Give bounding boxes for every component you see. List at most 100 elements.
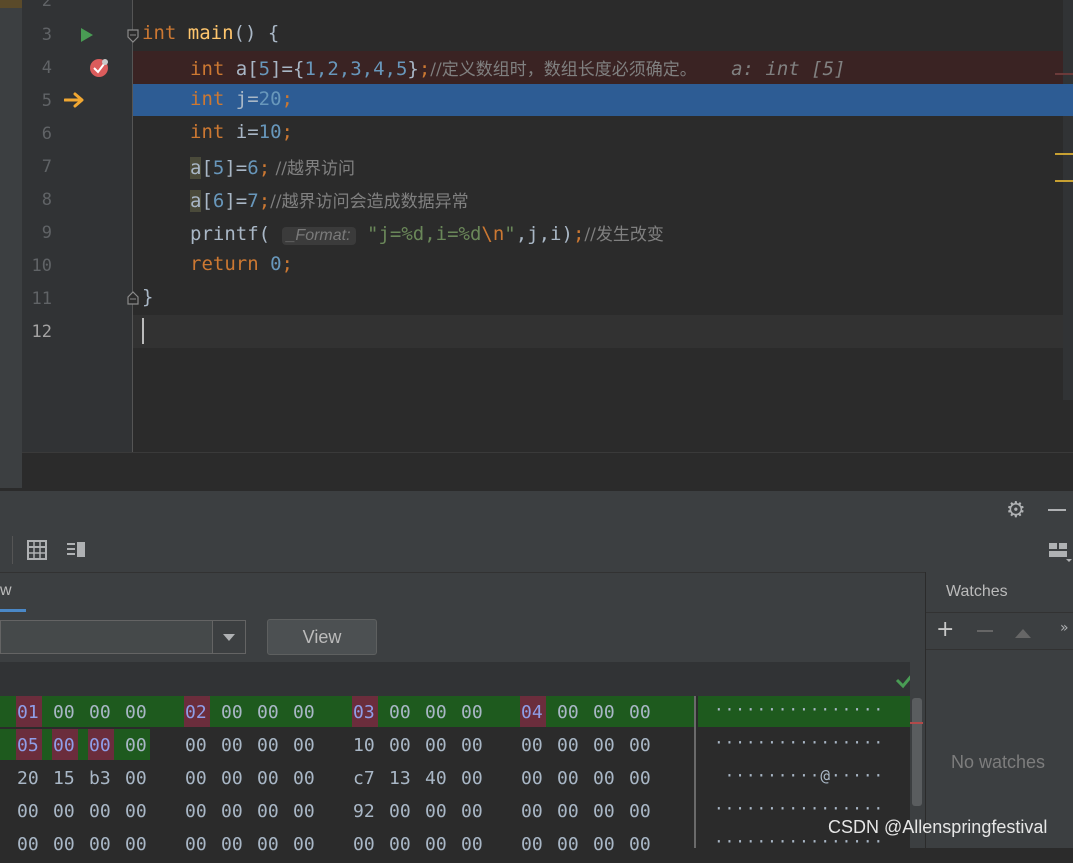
warning-stripe-marker[interactable] [1055, 153, 1073, 155]
memory-byte[interactable]: 00 [557, 702, 579, 723]
memory-byte[interactable]: 00 [521, 735, 543, 756]
memory-byte[interactable]: 00 [257, 768, 279, 789]
memory-ascii[interactable]: ················ [714, 700, 884, 719]
memory-byte[interactable]: 00 [461, 735, 483, 756]
memory-byte[interactable]: 20 [17, 768, 39, 789]
run-icon[interactable] [80, 27, 94, 47]
memory-byte[interactable]: 00 [293, 768, 315, 789]
memory-byte[interactable]: 00 [521, 768, 543, 789]
memory-byte[interactable]: 00 [53, 735, 75, 756]
memory-ascii[interactable]: ················ [714, 799, 884, 818]
memory-byte[interactable]: 00 [221, 702, 243, 723]
memory-byte[interactable]: 00 [293, 702, 315, 723]
memory-byte[interactable]: 00 [461, 801, 483, 822]
memory-row[interactable]: 00 00 00 00 00 00 00 00 92 00 00 00 00 00 00 00 ········… [0, 797, 910, 830]
memory-byte[interactable]: 01 [17, 702, 39, 723]
fold-open-icon[interactable] [126, 28, 140, 48]
memory-byte[interactable]: 92 [353, 801, 375, 822]
memory-byte[interactable]: b3 [89, 768, 111, 789]
memory-ascii[interactable]: ················ [714, 733, 884, 752]
memory-byte[interactable]: 02 [185, 702, 207, 723]
memory-row[interactable]: 01 00 00 00 02 00 00 00 03 00 00 00 04 00 00 00 ········… [0, 698, 910, 731]
memory-byte[interactable]: 00 [257, 702, 279, 723]
code-line-8[interactable]: a[6]=7;//越界访问会造成数据异常 [190, 187, 469, 212]
add-watch-icon[interactable]: + [936, 617, 954, 642]
remove-watch-icon[interactable] [977, 630, 993, 632]
memory-byte[interactable]: 00 [425, 702, 447, 723]
memory-byte[interactable]: 00 [557, 735, 579, 756]
memory-byte[interactable]: 00 [425, 735, 447, 756]
memory-byte[interactable]: 00 [557, 834, 579, 855]
code-line-7[interactable]: a[5]=6; //越界访问 [190, 154, 355, 179]
memory-byte[interactable]: 00 [257, 801, 279, 822]
address-dropdown-button[interactable] [212, 620, 246, 654]
address-input[interactable] [0, 620, 213, 654]
memory-byte[interactable]: 00 [185, 834, 207, 855]
code-line-4[interactable]: int a[5]={1,2,3,4,5};//定义数组时，数组长度必须确定。 a… [190, 55, 845, 80]
memory-byte[interactable]: 00 [425, 834, 447, 855]
memory-byte[interactable]: 05 [17, 735, 39, 756]
memory-row[interactable]: 05 00 00 00 00 00 00 00 10 00 00 00 00 00 00 00 ········… [0, 731, 910, 764]
view-button[interactable]: View [267, 619, 377, 655]
code-line-3[interactable]: int main() { [142, 22, 279, 44]
memory-byte[interactable]: 00 [221, 735, 243, 756]
layout-icon[interactable] [1048, 541, 1072, 567]
code-line-11[interactable]: } [142, 286, 153, 308]
fold-close-icon[interactable] [126, 290, 140, 310]
memory-byte[interactable]: 00 [461, 768, 483, 789]
memory-byte[interactable]: 00 [185, 768, 207, 789]
memory-byte[interactable]: c7 [353, 768, 375, 789]
memory-byte[interactable]: 00 [389, 735, 411, 756]
memory-byte[interactable]: 00 [593, 834, 615, 855]
memory-byte[interactable]: 00 [293, 801, 315, 822]
breakpoint-icon[interactable] [89, 57, 111, 83]
memory-byte[interactable]: 00 [221, 801, 243, 822]
memory-byte[interactable]: 00 [461, 702, 483, 723]
memory-byte[interactable]: 00 [125, 768, 147, 789]
memory-byte[interactable]: 00 [185, 801, 207, 822]
memory-ascii[interactable]: ·········@····· [714, 766, 884, 785]
memory-byte[interactable]: 00 [593, 801, 615, 822]
memory-row[interactable]: 20 15 b3 00 00 00 00 00 c7 13 40 00 00 00 00 00 ·······… [0, 764, 910, 797]
error-stripe-marker[interactable] [1055, 73, 1073, 75]
memory-byte[interactable]: 00 [629, 768, 651, 789]
memory-byte[interactable]: 00 [125, 801, 147, 822]
more-actions-icon[interactable]: » [1060, 620, 1069, 636]
memory-byte[interactable]: 15 [53, 768, 75, 789]
memory-byte[interactable]: 00 [293, 735, 315, 756]
memory-byte[interactable]: 10 [353, 735, 375, 756]
memory-byte[interactable]: 00 [89, 801, 111, 822]
split-view-icon[interactable] [66, 540, 86, 564]
memory-byte[interactable]: 00 [557, 801, 579, 822]
memory-byte[interactable]: 00 [629, 735, 651, 756]
memory-byte[interactable]: 00 [257, 834, 279, 855]
memory-scroll-thumb[interactable] [912, 698, 922, 806]
memory-byte[interactable]: 00 [221, 834, 243, 855]
table-view-icon[interactable] [27, 540, 47, 564]
memory-byte[interactable]: 00 [593, 735, 615, 756]
code-line-10[interactable]: return 0; [190, 253, 293, 275]
code-line-5[interactable]: int j=20; [190, 88, 293, 110]
memory-byte[interactable]: 04 [521, 702, 543, 723]
memory-byte[interactable]: 00 [461, 834, 483, 855]
move-up-icon[interactable] [1014, 624, 1032, 643]
memory-byte[interactable]: 00 [629, 801, 651, 822]
memory-byte[interactable]: 00 [125, 834, 147, 855]
code-line-9[interactable]: printf( _Format: "j=%d,i=%d\n",j,i);//发生… [190, 220, 664, 245]
memory-byte[interactable]: 00 [389, 834, 411, 855]
memory-byte[interactable]: 00 [389, 801, 411, 822]
memory-byte[interactable]: 00 [593, 702, 615, 723]
memory-row[interactable]: 00 00 00 00 00 00 00 00 00 00 00 00 00 00 00 00 ········… [0, 830, 910, 863]
memory-byte[interactable]: 00 [221, 768, 243, 789]
tab-memory-view[interactable]: w [0, 582, 12, 600]
memory-byte[interactable]: 00 [53, 834, 75, 855]
memory-byte[interactable]: 00 [53, 702, 75, 723]
memory-byte[interactable]: 00 [257, 735, 279, 756]
memory-byte[interactable]: 00 [353, 834, 375, 855]
memory-byte[interactable]: 00 [389, 702, 411, 723]
memory-byte[interactable]: 13 [389, 768, 411, 789]
editor-scrollbar[interactable] [1063, 0, 1073, 400]
memory-byte[interactable]: 00 [53, 801, 75, 822]
memory-byte[interactable]: 00 [629, 702, 651, 723]
memory-byte[interactable]: 00 [629, 834, 651, 855]
